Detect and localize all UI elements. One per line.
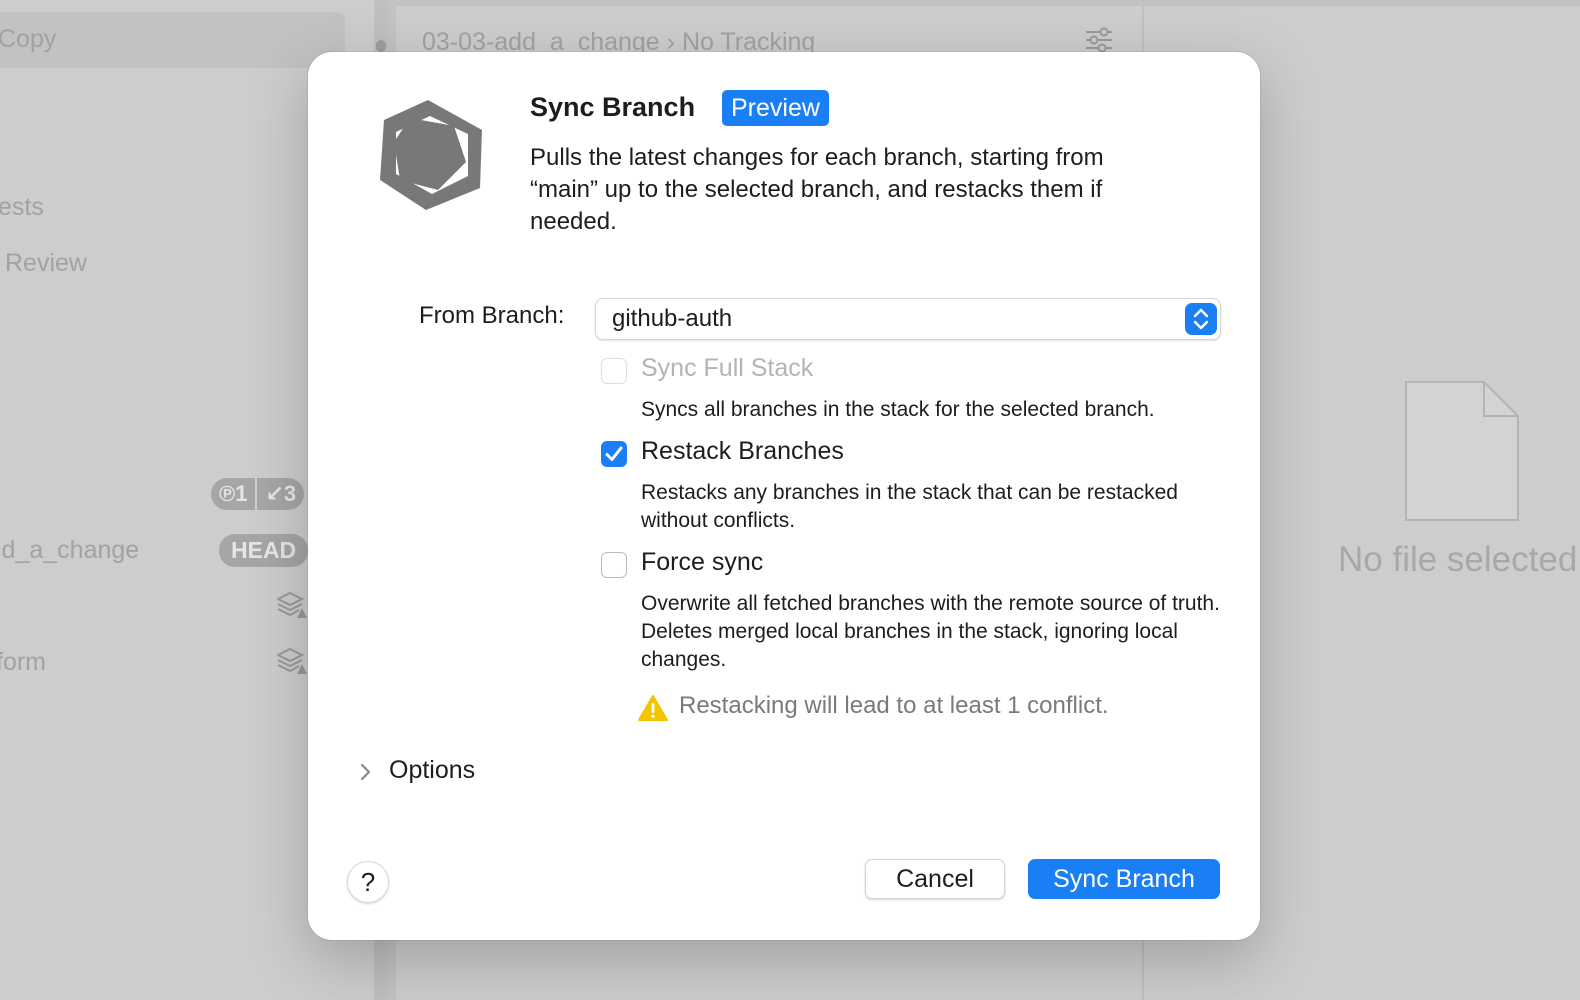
sidebar-item-selected[interactable]: Copy [0,12,345,68]
restack-branches-checkbox[interactable] [601,441,627,467]
force-sync-description: Overwrite all fetched branches with the … [641,592,1220,671]
sync-full-stack-label: Sync Full Stack [641,354,814,382]
force-sync-label: Force sync [641,548,764,576]
preview-badge: Preview [722,90,829,126]
cancel-button[interactable]: Cancel [865,859,1005,899]
sync-full-stack-description: Syncs all branches in the stack for the … [641,398,1155,421]
dialog-description: Pulls the latest changes for each branch… [530,144,1104,235]
restack-branches-description: Restacks any branches in the stack that … [641,481,1178,532]
checkmark-icon [605,446,623,461]
restack-branches-label: Restack Branches [641,437,844,465]
sidebar-item-requests[interactable]: ests [0,193,44,222]
chevron-right-icon [360,763,371,781]
stack-warning-icon [277,591,307,618]
sync-branch-dialog: Sync Branch Preview Pulls the latest cha… [308,52,1260,940]
sync-full-stack-checkbox[interactable] [601,358,627,384]
sync-branch-button[interactable]: Sync Branch [1028,859,1220,899]
stack-item[interactable]: i [0,592,2,621]
empty-file-icon [1405,381,1519,521]
stack-warning-icon [277,647,307,674]
warning-text: Restacking will lead to at least 1 confl… [679,692,1109,719]
force-sync-checkbox[interactable] [601,552,627,578]
sidebar-item-review[interactable]: Review [5,249,87,278]
behind-count: ↙3 [255,478,305,510]
ahead-count: ℗1 [211,478,256,510]
help-button[interactable]: ? [347,861,389,903]
dialog-title: Sync Branch [530,92,696,122]
scrollbar-thumb[interactable] [376,40,386,52]
warning-triangle-icon [638,695,668,721]
app-logo-icon [380,100,482,210]
empty-state-text: No file selected [1338,540,1578,579]
filter-sliders-icon[interactable] [1084,26,1114,54]
head-badge: HEAD [219,534,309,567]
from-branch-label: From Branch: [419,302,565,329]
from-branch-select[interactable]: github-auth [595,298,1221,340]
toolbar-strip [1144,0,1580,6]
options-label: Options [389,756,476,784]
sidebar-item-label: Copy [0,25,57,53]
toolbar-strip [396,0,1142,6]
from-branch-value: github-auth [612,305,733,332]
stack-item[interactable]: form [0,648,46,677]
select-arrows-icon [1185,303,1217,335]
branch-item[interactable]: ld_a_change [0,536,139,565]
ahead-behind-badge: ℗1 ↙3 [211,478,305,510]
